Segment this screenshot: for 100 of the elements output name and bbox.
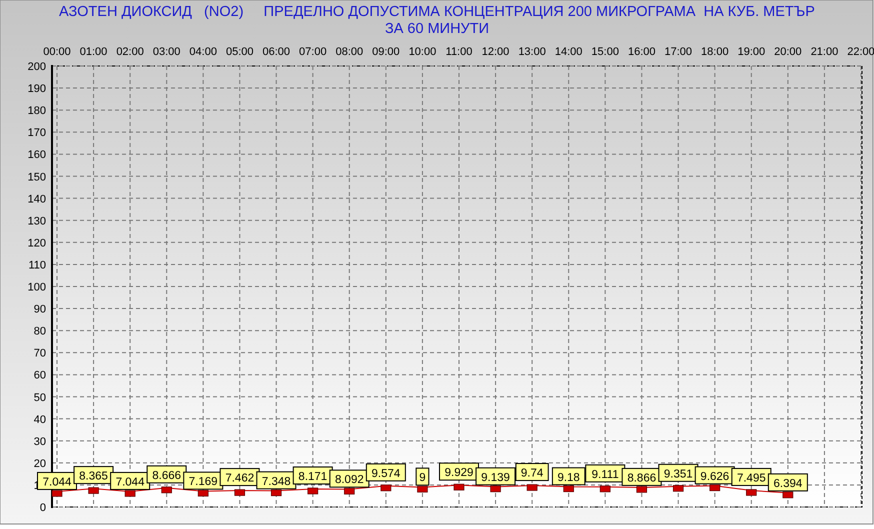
- data-point: [526, 484, 538, 491]
- data-label: 9.18: [552, 467, 586, 486]
- data-label: 9.626: [694, 466, 735, 484]
- y-tick-label: 70: [34, 348, 46, 360]
- data-label: 7.348: [256, 471, 296, 490]
- data-label: 8.171: [292, 466, 333, 484]
- data-label: 7.169: [183, 472, 224, 490]
- x-tick-label: 06:00: [262, 46, 290, 58]
- x-tick-label: 07:00: [299, 46, 327, 58]
- data-label: 9: [419, 472, 426, 484]
- x-tick-label: 10:00: [408, 46, 436, 58]
- data-point: [782, 492, 794, 498]
- data-label: 8.365: [79, 470, 108, 483]
- data-point: [417, 486, 428, 492]
- data-label: 9.574: [366, 463, 406, 482]
- data-point: [52, 490, 62, 497]
- data-point: [161, 486, 172, 494]
- data-label: 9.929: [439, 462, 479, 481]
- data-label: 7.462: [225, 472, 254, 485]
- data-label: 9: [416, 468, 430, 486]
- x-tick-label: 13:00: [518, 46, 546, 58]
- y-tick-label: 30: [34, 436, 46, 448]
- chart-title: АЗОТЕН ДИОКСИД (NO2) ПРЕДЕЛНО ДОПУСТИМА КОНЦЕНТРАЦИЯ 200 МИКРОГРАМА НА КУБ. МЕТЪР: [59, 4, 815, 20]
- data-label: 8.171: [298, 470, 328, 483]
- x-tick-label: 16:00: [628, 46, 656, 58]
- data-label: 7.348: [262, 476, 291, 488]
- data-point: [234, 489, 246, 496]
- y-tick-label: 120: [28, 237, 46, 250]
- data-point: [563, 485, 574, 492]
- y-tick-label: 150: [28, 171, 46, 184]
- data-label: 9.139: [481, 472, 510, 484]
- data-label: 9.74: [515, 463, 549, 482]
- x-tick-label: 03:00: [152, 46, 180, 58]
- data-point: [600, 486, 610, 492]
- data-label: 9.18: [557, 472, 580, 484]
- data-label: 7.495: [731, 468, 772, 486]
- x-tick-label: 09:00: [372, 46, 400, 58]
- y-tick-label: 100: [28, 282, 46, 294]
- data-point: [124, 490, 136, 497]
- chart-title: ЗА 60 МИНУТИ: [384, 21, 490, 37]
- data-label: 7.462: [220, 468, 260, 486]
- y-tick-label: 170: [28, 127, 46, 140]
- y-tick-label: 200: [28, 61, 46, 73]
- data-label: 8.666: [152, 470, 182, 482]
- x-tick-label: 01:00: [80, 46, 108, 58]
- x-tick-label: 12:00: [482, 46, 510, 58]
- data-point: [308, 488, 318, 494]
- x-tick-label: 20:00: [774, 46, 802, 58]
- data-label: 6.394: [768, 473, 808, 492]
- y-tick-label: 60: [34, 370, 46, 382]
- data-label: 9.111: [585, 464, 626, 482]
- y-tick-label: 20: [34, 458, 46, 470]
- x-tick-label: 17:00: [664, 46, 692, 58]
- x-tick-label: 19:00: [738, 46, 766, 58]
- y-tick-label: 80: [34, 326, 46, 338]
- x-tick-label: 18:00: [701, 46, 729, 58]
- data-label: 8.866: [622, 468, 662, 486]
- data-label: 9.111: [592, 468, 619, 481]
- data-point: [746, 489, 757, 496]
- data-label: 7.044: [110, 472, 150, 490]
- data-point: [270, 490, 282, 496]
- data-label: 7.169: [188, 476, 218, 488]
- x-tick-label: 08:00: [336, 46, 364, 58]
- data-label: 8.866: [627, 472, 656, 484]
- data-point: [380, 484, 392, 492]
- x-tick-label: 00:00: [43, 46, 71, 58]
- y-tick-label: 110: [28, 259, 46, 272]
- data-label: 8.092: [329, 470, 370, 488]
- data-label: 8.092: [334, 474, 364, 486]
- data-label: 7.044: [37, 472, 77, 490]
- y-tick-label: 160: [28, 149, 46, 162]
- data-label: 9.929: [444, 467, 474, 480]
- x-tick-label: 11:00: [446, 46, 472, 58]
- y-tick-label: 190: [28, 83, 46, 96]
- data-label: 9.74: [520, 468, 544, 480]
- data-label: 6.394: [774, 478, 803, 490]
- x-tick-label: 02:00: [116, 46, 144, 58]
- y-tick-label: 130: [28, 215, 46, 228]
- x-tick-label: 14:00: [554, 46, 582, 58]
- data-label: 9.139: [476, 467, 516, 486]
- y-tick-label: 140: [28, 193, 46, 206]
- data-label: 7.044: [116, 476, 146, 488]
- y-tick-label: 180: [28, 105, 46, 118]
- data-point: [88, 487, 99, 494]
- data-label: 9.626: [700, 470, 730, 483]
- data-label: 7.044: [42, 476, 72, 488]
- data-point: [710, 484, 720, 492]
- data-label: 9.574: [372, 468, 401, 480]
- x-tick-label: 05:00: [226, 46, 254, 58]
- data-point: [672, 485, 684, 492]
- data-point: [490, 486, 501, 492]
- y-tick-label: 0: [40, 502, 46, 514]
- data-label: 7.495: [736, 472, 766, 484]
- y-tick-label: 50: [34, 392, 46, 404]
- x-tick-label: 15:00: [591, 46, 619, 58]
- x-tick-label: 21:00: [810, 46, 838, 58]
- data-point: [198, 490, 208, 496]
- y-tick-label: 90: [34, 304, 46, 316]
- data-label: 9.351: [664, 468, 693, 480]
- data-label: 9.351: [658, 464, 698, 482]
